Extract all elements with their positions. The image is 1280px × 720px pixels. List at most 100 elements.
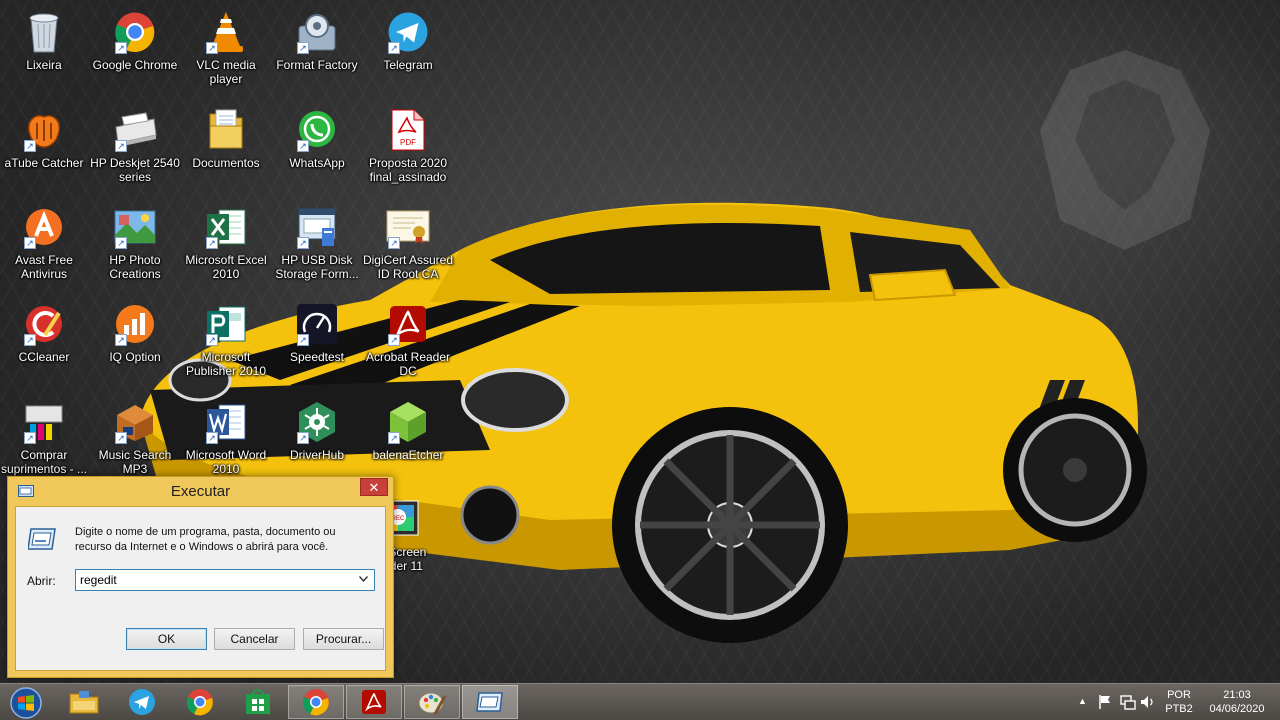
clock[interactable]: 21:03 04/06/2020 — [1204, 688, 1270, 716]
music-search-icon: ↗ — [111, 398, 159, 446]
run-dialog-titlebar[interactable]: Executar — [8, 477, 393, 505]
action-center-flag-icon[interactable] — [1098, 694, 1112, 710]
desktop-icon-label: WhatsApp — [289, 156, 345, 170]
shortcut-arrow-icon: ↗ — [388, 432, 400, 444]
desktop-icon-usb-format[interactable]: ↗ HP USB Disk Storage Form... — [271, 203, 363, 281]
folder-icon — [69, 691, 99, 714]
desktop-icon-excel[interactable]: ↗ Microsoft Excel 2010 — [180, 203, 272, 281]
desktop-icon-chrome[interactable]: ↗ Google Chrome — [89, 8, 181, 72]
keyboard-layout: PTB2 — [1165, 703, 1193, 715]
desktop-icon-label: Format Factory — [276, 58, 358, 72]
shortcut-arrow-icon: ↗ — [388, 334, 400, 346]
chevron-down-icon[interactable] — [359, 576, 368, 582]
ok-button[interactable]: OK — [126, 628, 207, 650]
desktop-icon-label: IQ Option — [109, 350, 161, 364]
shortcut-arrow-icon: ↗ — [206, 42, 218, 54]
desktop-icon-label: Microsoft Publisher 2010 — [185, 350, 267, 378]
chrome-icon: ↗ — [111, 8, 159, 56]
taskbar-file-explorer[interactable] — [56, 685, 112, 719]
printer-icon: ↗ — [111, 106, 159, 154]
telegram-icon — [129, 689, 155, 715]
telegram-icon: ↗ — [384, 8, 432, 56]
pdf-file-icon: PDF — [384, 106, 432, 154]
desktop-icon-certificate[interactable]: ↗ DigiCert Assured ID Root CA — [362, 203, 454, 281]
ccleaner-icon: ↗ — [20, 300, 68, 348]
desktop-icon-label: aTube Catcher — [4, 156, 84, 170]
word-icon: ↗ — [202, 398, 250, 446]
desktop-icon-balena-etcher[interactable]: ↗ balenaEtcher — [362, 398, 454, 462]
desktop-icon-label: balenaEtcher — [372, 448, 444, 462]
open-label: Abrir: — [27, 574, 56, 588]
desktop-icon-label: HP USB Disk Storage Form... — [275, 253, 359, 281]
balena-etcher-icon: ↗ — [384, 398, 432, 446]
shortcut-arrow-icon: ↗ — [297, 140, 309, 152]
shortcut-arrow-icon: ↗ — [297, 432, 309, 444]
shortcut-arrow-icon: ↗ — [297, 334, 309, 346]
taskbar-acrobat[interactable] — [346, 685, 402, 719]
acrobat-icon: ↗ — [384, 300, 432, 348]
desktop-icon-format-factory[interactable]: ↗ Format Factory — [271, 8, 363, 72]
desktop-icon-printer[interactable]: ↗ HP Deskjet 2540 series — [89, 106, 181, 184]
driverhub-icon: ↗ — [293, 398, 341, 446]
desktop-icon-vlc[interactable]: ↗ VLC media player — [180, 8, 272, 86]
desktop-icon-hp-photo[interactable]: ↗ HP Photo Creations — [89, 203, 181, 281]
chevron-up-icon[interactable]: ▲ — [1078, 696, 1087, 706]
open-combobox[interactable]: regedit — [75, 569, 375, 591]
desktop-icon-iq-option[interactable]: ↗ IQ Option — [89, 300, 181, 364]
desktop-icon-ccleaner[interactable]: ↗ CCleaner — [0, 300, 90, 364]
network-icon[interactable] — [1120, 694, 1136, 710]
run-description: Digite o nome de um programa, pasta, doc… — [75, 526, 336, 553]
vlc-icon: ↗ — [202, 8, 250, 56]
desktop-icon-label: Microsoft Word 2010 — [185, 448, 267, 476]
clock-time: 21:03 — [1223, 689, 1251, 701]
run-dialog-body: Digite o nome de um programa, pasta, doc… — [15, 506, 386, 671]
browse-button[interactable]: Procurar... — [303, 628, 384, 650]
avast-icon: ↗ — [20, 203, 68, 251]
shortcut-arrow-icon: ↗ — [115, 42, 127, 54]
desktop-icon-speedtest[interactable]: ↗ Speedtest — [271, 300, 363, 364]
desktop-icon-label: HP Deskjet 2540 series — [90, 156, 180, 184]
desktop-icon-atube-catcher[interactable]: ↗ aTube Catcher — [0, 106, 90, 170]
format-factory-icon: ↗ — [293, 8, 341, 56]
cancel-button[interactable]: Cancelar — [214, 628, 295, 650]
speedtest-icon: ↗ — [293, 300, 341, 348]
desktop-icon-acrobat[interactable]: ↗ Acrobat Reader DC — [362, 300, 454, 378]
taskbar: ▲ POR PTB2 21:03 04/06/2020 — [0, 683, 1280, 720]
taskbar-paint[interactable] — [404, 685, 460, 719]
whatsapp-icon: ↗ — [293, 106, 341, 154]
desktop-icon-word[interactable]: ↗ Microsoft Word 2010 — [180, 398, 272, 476]
close-button[interactable]: ✕ — [360, 478, 388, 496]
shortcut-arrow-icon: ↗ — [115, 334, 127, 346]
shortcut-arrow-icon: ↗ — [24, 237, 36, 249]
desktop-icon-pdf-file[interactable]: PDF Proposta 2020 final_assinado — [362, 106, 454, 184]
shortcut-arrow-icon: ↗ — [24, 334, 36, 346]
open-input-value[interactable]: regedit — [80, 573, 117, 587]
shortcut-arrow-icon: ↗ — [297, 237, 309, 249]
taskbar-chrome-window[interactable] — [288, 685, 344, 719]
desktop-icon-driverhub[interactable]: ↗ DriverHub — [271, 398, 363, 462]
desktop-icon-label: Proposta 2020 final_assinado — [368, 156, 448, 184]
desktop-icon-label: Speedtest — [289, 350, 345, 364]
desktop-icon-whatsapp[interactable]: ↗ WhatsApp — [271, 106, 363, 170]
desktop-icon-documents-folder[interactable]: Documentos — [180, 106, 272, 170]
taskbar-chrome[interactable] — [172, 685, 228, 719]
certificate-icon: ↗ — [384, 203, 432, 251]
taskbar-telegram[interactable] — [114, 685, 170, 719]
store-icon — [246, 689, 270, 714]
taskbar-store[interactable] — [230, 685, 286, 719]
desktop-icon-music-search[interactable]: ↗ Music Search MP3 — [89, 398, 181, 476]
desktop-icon-telegram[interactable]: ↗ Telegram — [362, 8, 454, 72]
volume-icon[interactable] — [1140, 694, 1156, 710]
paint-icon — [418, 692, 446, 715]
desktop-icon-publisher[interactable]: ↗ Microsoft Publisher 2010 — [180, 300, 272, 378]
desktop-icon-avast[interactable]: ↗ Avast Free Antivirus — [0, 203, 90, 281]
shortcut-arrow-icon: ↗ — [206, 237, 218, 249]
taskbar-run[interactable] — [462, 685, 518, 719]
desktop-icon-printer-supplies[interactable]: ↗ Comprar suprimentos - ... — [0, 398, 90, 476]
chrome-icon — [186, 689, 213, 716]
desktop-icon-label: VLC media player — [196, 58, 256, 86]
iq-option-icon: ↗ — [111, 300, 159, 348]
start-button[interactable] — [4, 686, 48, 720]
desktop-icon-recycle-bin[interactable]: Lixeira — [0, 8, 90, 72]
language-indicator[interactable]: POR PTB2 — [1164, 688, 1194, 716]
